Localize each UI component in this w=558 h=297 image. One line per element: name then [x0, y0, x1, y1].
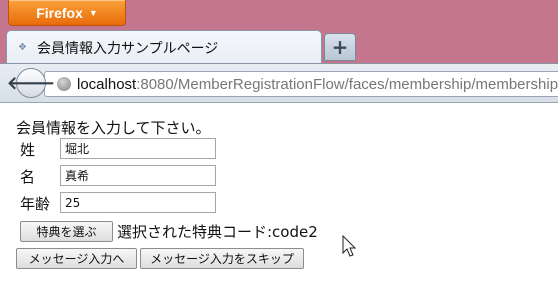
tab-title: 会員情報入力サンプルページ	[37, 39, 219, 56]
url-host: localhost	[77, 75, 137, 93]
age-input[interactable]	[60, 192, 216, 213]
first-name-label: 名	[20, 168, 36, 186]
url-path: :8080/MemberRegistrationFlow/faces/membe…	[136, 75, 558, 93]
firefox-menu-button[interactable]: Firefox ▼	[8, 0, 126, 26]
skip-message-button[interactable]: メッセージ入力をスキップ	[140, 248, 304, 269]
address-bar[interactable]: localhost:8080/MemberRegistrationFlow/fa…	[44, 71, 558, 97]
to-message-button[interactable]: メッセージ入力へ	[16, 248, 137, 269]
choose-benefit-button[interactable]: 特典を選ぶ	[20, 221, 113, 242]
intro-text: 会員情報を入力して下さい。	[16, 119, 211, 137]
first-name-input[interactable]	[60, 165, 216, 186]
dropdown-caret-icon: ▼	[88, 7, 98, 18]
url-text: localhost:8080/MemberRegistrationFlow/fa…	[77, 76, 558, 93]
page-content: 会員情報を入力して下さい。 姓 名 年齢 特典を選ぶ 選択された特典コード:co…	[0, 103, 558, 297]
age-label: 年齢	[20, 195, 51, 213]
plus-icon: +	[331, 35, 349, 59]
firefox-label: Firefox	[36, 4, 83, 21]
back-button[interactable]: 🡐	[7, 68, 55, 98]
browser-tab[interactable]: ❖ 会員情報入力サンプルページ	[6, 30, 322, 64]
tab-favicon-icon: ❖	[18, 42, 27, 53]
mouse-cursor-icon	[342, 235, 357, 257]
globe-icon	[57, 77, 71, 91]
selected-benefit-text: 選択された特典コード:code2	[117, 223, 318, 241]
last-name-input[interactable]	[60, 138, 216, 159]
back-arrow-icon: 🡐	[6, 72, 56, 94]
last-name-label: 姓	[20, 141, 36, 159]
new-tab-button[interactable]: +	[324, 33, 356, 61]
navigation-bar: localhost:8080/MemberRegistrationFlow/fa…	[0, 63, 558, 103]
